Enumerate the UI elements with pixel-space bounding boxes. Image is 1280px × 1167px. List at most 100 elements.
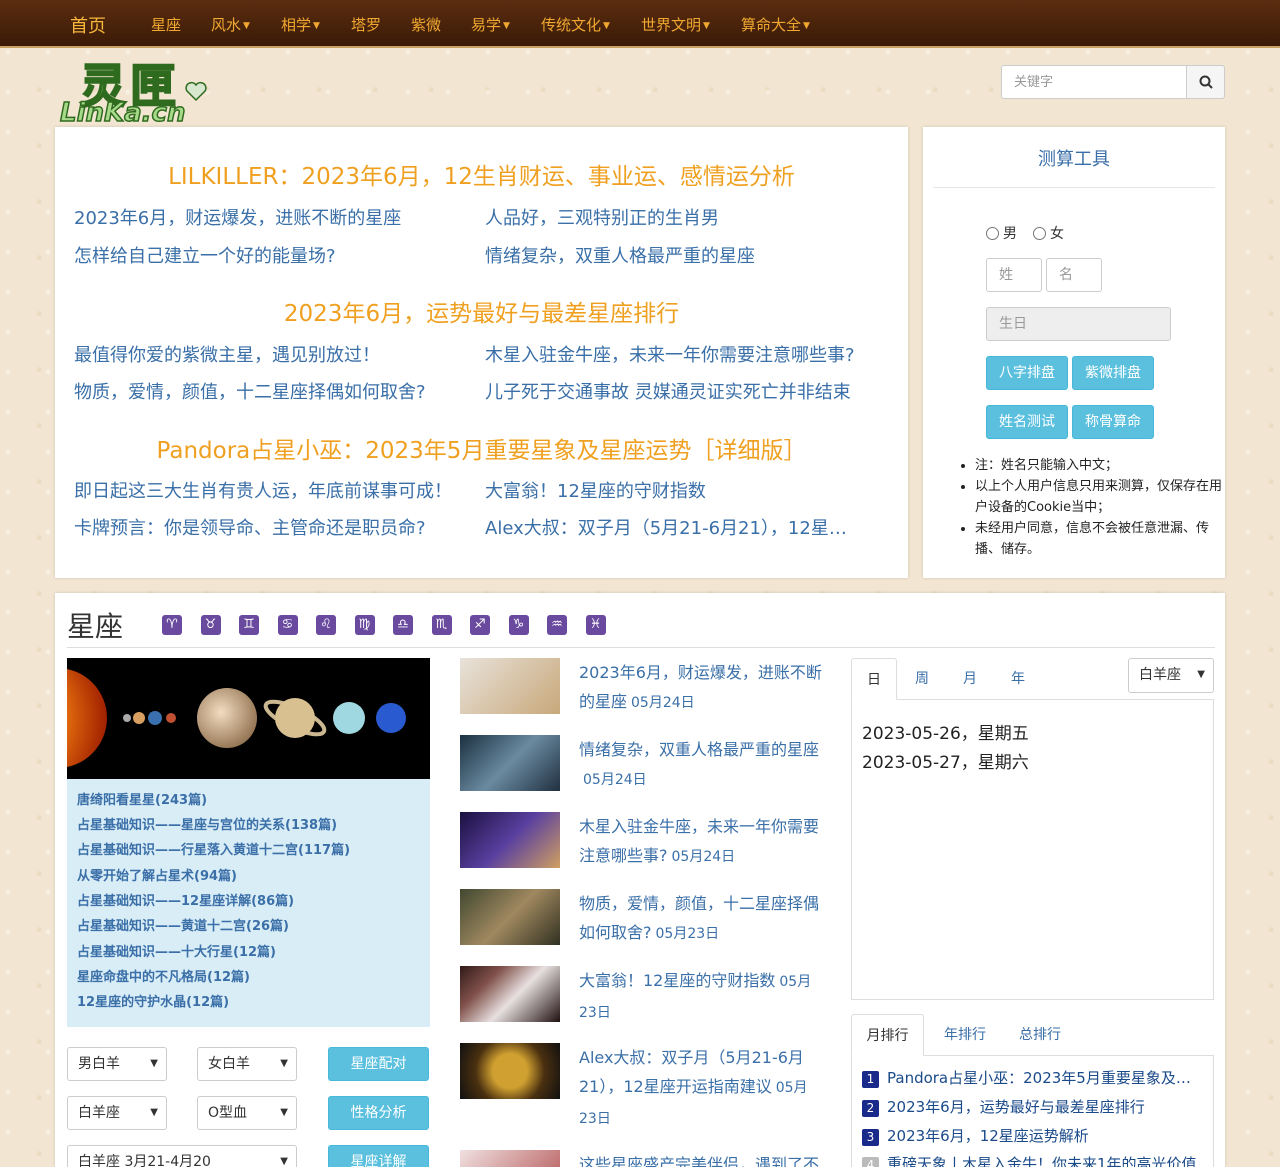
article-link[interactable]: 2023年6月，财运爆发，进账不断的星座 05月24日 bbox=[579, 658, 824, 718]
article-thumbnail[interactable] bbox=[460, 1150, 560, 1167]
search-button[interactable] bbox=[1186, 65, 1225, 99]
sagittarius-icon[interactable]: ♐ bbox=[470, 615, 490, 635]
article-link[interactable]: 情绪复杂，双重人格最严重的星座05月24日 bbox=[579, 735, 824, 795]
tab-month[interactable]: 月 bbox=[949, 658, 991, 700]
nav-item-shijie[interactable]: 世界文明 ▼ bbox=[641, 14, 710, 35]
featured-link[interactable]: 儿子死于交通事故 灵媒通灵证实死亡并非结束 bbox=[485, 378, 885, 404]
nav-item-fengshui[interactable]: 风水 ▼ bbox=[211, 14, 250, 35]
featured-link[interactable]: 人品好，三观特别正的生肖男 bbox=[485, 204, 885, 230]
taurus-icon[interactable]: ♉ bbox=[200, 615, 221, 635]
leo-icon[interactable]: ♌ bbox=[316, 615, 336, 635]
nav-item-taluo[interactable]: 塔罗 bbox=[351, 14, 381, 35]
logo-sub-text: LinKa.cn bbox=[59, 97, 186, 129]
sign-detail-button[interactable]: 星座详解 bbox=[328, 1145, 429, 1167]
featured-headline[interactable]: Pandora占星小巫：2023年5月重要星象及星座运势［详细版］ bbox=[55, 431, 908, 465]
tab-day[interactable]: 日 bbox=[851, 658, 897, 700]
featured-link[interactable]: 即日起这三大生肖有贵人运，年底前谋事可成！ bbox=[74, 477, 474, 503]
category-item[interactable]: 占星基础知识——黄道十二宫(26篇) bbox=[77, 915, 289, 934]
featured-link[interactable]: 最值得你爱的紫微主星，遇见别放过！ bbox=[74, 341, 474, 367]
sign-range-select[interactable]: 白羊座 3月21-4月20 ▼ bbox=[67, 1145, 297, 1167]
featured-link[interactable]: 大富翁！12星座的守财指数 bbox=[485, 477, 885, 503]
article-thumbnail[interactable] bbox=[460, 812, 560, 868]
chenggu-button[interactable]: 称骨算命 bbox=[1072, 405, 1154, 439]
article-link[interactable]: 大富翁！12星座的守财指数 05月23日 bbox=[579, 966, 824, 1028]
note-item: 注：姓名只能输入中文； bbox=[975, 455, 1223, 476]
article-link[interactable]: 木星入驻金牛座，未来一年你需要注意哪些事? 05月24日 bbox=[579, 812, 824, 872]
pisces-icon[interactable]: ♓ bbox=[585, 615, 606, 635]
male-sign-select[interactable]: 男白羊 ▼ bbox=[67, 1047, 167, 1081]
site-logo[interactable]: 灵匣 LinKa.cn bbox=[59, 50, 210, 129]
category-item[interactable]: 唐绮阳看星星(243篇) bbox=[77, 789, 207, 808]
birthday-input[interactable]: 生日 bbox=[986, 307, 1171, 341]
tab-month-rank[interactable]: 月排行 bbox=[851, 1014, 924, 1056]
article-thumbnail[interactable] bbox=[460, 735, 560, 791]
capricorn-icon[interactable]: ♑ bbox=[508, 615, 529, 635]
scorpio-icon[interactable]: ♏ bbox=[431, 615, 452, 635]
category-item[interactable]: 12星座的守护水晶(12篇) bbox=[77, 991, 229, 1010]
aquarius-icon[interactable]: ♒ bbox=[547, 615, 567, 635]
nav-item-chuantong[interactable]: 传统文化 ▼ bbox=[541, 14, 610, 35]
category-item[interactable]: 星座命盘中的不凡格局(12篇) bbox=[77, 966, 250, 985]
rank-item[interactable]: 4 重磅天象丨木星入金牛！你未来1年的高光价值 bbox=[862, 1153, 1202, 1167]
rank-list: 1 Pandora占星小巫：2023年5月重要星象及星座运势 2 2023年6月，运… bbox=[851, 1056, 1214, 1167]
nav-item-ziwei[interactable]: 紫微 bbox=[411, 14, 441, 35]
nav-home[interactable]: 首页 bbox=[70, 12, 106, 38]
rank-item[interactable]: 1 Pandora占星小巫：2023年5月重要星象及星座运势 bbox=[862, 1067, 1202, 1088]
bazi-button[interactable]: 八字排盘 bbox=[986, 356, 1068, 390]
cancer-icon[interactable]: ♋ bbox=[277, 615, 298, 635]
libra-icon[interactable]: ♎ bbox=[393, 615, 413, 635]
featured-link[interactable]: 物质，爱情，颜值，十二星座择偶如何取舍? bbox=[74, 378, 474, 404]
article-link[interactable]: 物质，爱情，颜值，十二星座择偶如何取舍? 05月23日 bbox=[579, 889, 824, 949]
category-item[interactable]: 占星基础知识——行星落入黄道十二宫(117篇) bbox=[77, 839, 350, 858]
featured-link[interactable]: 卡牌预言：你是领导命、主管命还是职员命? bbox=[74, 514, 474, 540]
category-item[interactable]: 占星基础知识——星座与宫位的关系(138篇) bbox=[77, 814, 337, 833]
nav-item-xiangxue[interactable]: 相学 ▼ bbox=[281, 14, 320, 35]
name-input[interactable]: 名 bbox=[1046, 258, 1102, 292]
ziwei-button[interactable]: 紫微排盘 bbox=[1072, 356, 1154, 390]
article-thumbnail[interactable] bbox=[460, 966, 560, 1022]
nav-item-yixue[interactable]: 易学 ▼ bbox=[471, 14, 510, 35]
article-link[interactable]: Alex大叔：双子月（5月21-6月21），12星座开运指南建议 05月23日 bbox=[579, 1043, 824, 1134]
radio-female[interactable] bbox=[1033, 226, 1046, 240]
rank-item[interactable]: 3 2023年6月，12星座运势解析 bbox=[862, 1125, 1202, 1146]
tab-year-rank[interactable]: 年排行 bbox=[930, 1014, 1000, 1056]
featured-link[interactable]: 怎样给自己建立一个好的能量场? bbox=[74, 242, 474, 268]
category-item[interactable]: 占星基础知识——12星座详解(86篇) bbox=[77, 890, 294, 909]
article-link[interactable]: 这些星座盛产完美伴侣，遇到了不 bbox=[579, 1150, 824, 1167]
featured-link[interactable]: 情绪复杂，双重人格最严重的星座 bbox=[485, 242, 885, 268]
tab-total-rank[interactable]: 总排行 bbox=[1005, 1014, 1075, 1056]
surname-input[interactable]: 姓 bbox=[986, 258, 1042, 292]
article-thumbnail[interactable] bbox=[460, 658, 560, 714]
nav-item-xingzuo[interactable]: 星座 bbox=[151, 14, 181, 35]
featured-link[interactable]: 木星入驻金牛座，未来一年你需要注意哪些事? bbox=[485, 341, 885, 367]
article-thumbnail[interactable] bbox=[460, 889, 560, 945]
featured-link[interactable]: 2023年6月，财运爆发，进账不断的星座 bbox=[74, 204, 474, 230]
radio-male[interactable] bbox=[986, 226, 999, 240]
solar-system-image[interactable] bbox=[67, 658, 430, 779]
blood-type-select[interactable]: O型血 ▼ bbox=[197, 1096, 297, 1130]
featured-headline[interactable]: 2023年6月，运势最好与最差星座排行 bbox=[55, 294, 908, 328]
fortune-sign-select[interactable]: 白羊座 ▼ bbox=[1128, 658, 1214, 693]
chevron-down-icon: ▼ bbox=[150, 1107, 158, 1118]
virgo-icon[interactable]: ♍ bbox=[354, 615, 375, 635]
pairing-button[interactable]: 星座配对 bbox=[328, 1047, 429, 1081]
tab-week[interactable]: 周 bbox=[901, 658, 943, 700]
search-input[interactable] bbox=[1001, 65, 1186, 99]
category-item[interactable]: 从零开始了解占星术(94篇) bbox=[77, 865, 237, 884]
article-thumbnail[interactable] bbox=[460, 1043, 560, 1099]
aries-icon[interactable]: ♈ bbox=[162, 615, 182, 635]
featured-panel: LILKILLER：2023年6月，12生肖财运、事业运、感情运分析 2023年… bbox=[55, 127, 908, 578]
sign-select[interactable]: 白羊座 ▼ bbox=[67, 1096, 167, 1130]
tab-year[interactable]: 年 bbox=[997, 658, 1039, 700]
personality-button[interactable]: 性格分析 bbox=[328, 1096, 429, 1130]
female-sign-select[interactable]: 女白羊 ▼ bbox=[197, 1047, 297, 1081]
nav-item-suanming[interactable]: 算命大全 ▼ bbox=[741, 14, 810, 35]
caret-down-icon: ▼ bbox=[803, 20, 810, 31]
name-test-button[interactable]: 姓名测试 bbox=[986, 405, 1068, 439]
tools-notes: 注：姓名只能输入中文； 以上个人用户信息只用来测算，仅保存在用户设备的Cooki… bbox=[961, 455, 1223, 560]
featured-link[interactable]: Alex大叔：双子月（5月21-6月21），12星座开运指南建议 bbox=[485, 514, 863, 540]
gemini-icon[interactable]: ♊ bbox=[239, 615, 259, 635]
category-item[interactable]: 占星基础知识——十大行星(12篇) bbox=[77, 941, 276, 960]
featured-headline[interactable]: LILKILLER：2023年6月，12生肖财运、事业运、感情运分析 bbox=[55, 157, 908, 191]
rank-item[interactable]: 2 2023年6月，运势最好与最差星座排行 bbox=[862, 1096, 1202, 1117]
